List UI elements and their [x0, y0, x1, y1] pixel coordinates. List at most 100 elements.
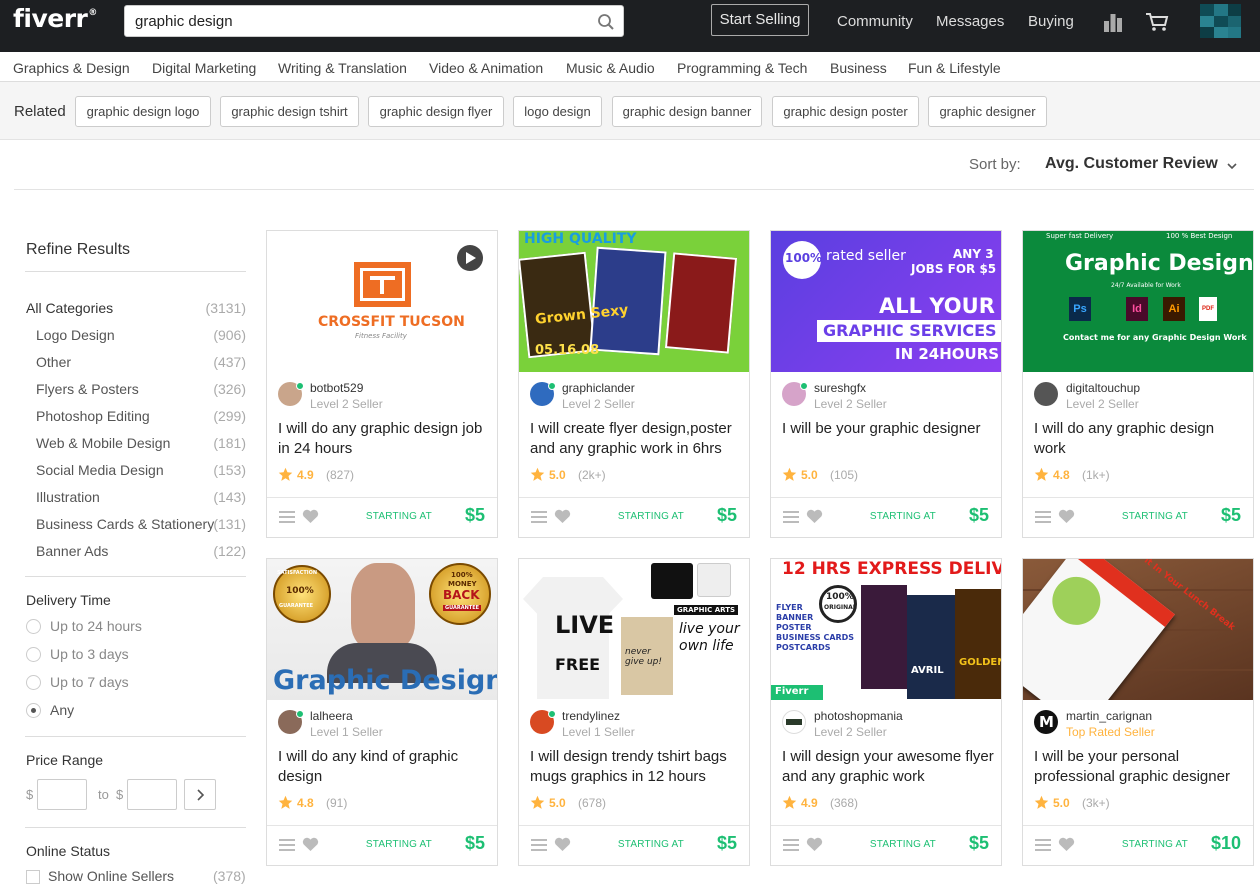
fiverr-logo[interactable]: fiverr® — [13, 4, 97, 33]
category-graphics-design[interactable]: Graphics & Design — [13, 60, 130, 76]
cart-icon[interactable] — [1145, 12, 1169, 32]
menu-icon[interactable] — [531, 838, 547, 852]
gig-title[interactable]: I will be your personal professional gra… — [1034, 747, 1246, 787]
search-input[interactable] — [125, 6, 565, 36]
radio-button[interactable] — [26, 675, 41, 690]
gig-title[interactable]: I will create flyer design,poster and an… — [530, 419, 742, 459]
seller-name[interactable]: graphiclander — [562, 381, 635, 395]
gig-thumbnail[interactable]: CROSSFIT TUCSON Fitness Facility — [267, 231, 497, 372]
category-writing-translation[interactable]: Writing & Translation — [278, 60, 407, 76]
gig-card[interactable]: CROSSFIT TUCSON Fitness Facility botbot5… — [266, 230, 498, 538]
gig-thumbnail[interactable]: 100% rated seller ANY 3 JOBS FOR $5 ALL … — [771, 231, 1001, 372]
bar-chart-icon[interactable] — [1103, 12, 1123, 32]
seller-name[interactable]: trendylinez — [562, 709, 620, 723]
chevron-down-icon[interactable] — [1226, 160, 1238, 172]
heart-icon[interactable] — [554, 837, 571, 852]
user-avatar[interactable] — [1200, 4, 1241, 38]
related-tag[interactable]: graphic designer — [928, 96, 1047, 127]
gig-thumbnail[interactable]: Super fast Delivery 100 % Best Design Gr… — [1023, 231, 1253, 372]
menu-icon[interactable] — [279, 838, 295, 852]
menu-icon[interactable] — [1035, 510, 1051, 524]
seller-name[interactable]: sureshgfx — [814, 381, 866, 395]
gig-thumbnail[interactable]: LIVE FREE GRAPHIC ARTS never give up! li… — [519, 559, 749, 700]
seller-name[interactable]: lalheera — [310, 709, 353, 723]
gig-thumbnail[interactable]: HIGH QUALITY Grown Sexy 05.16.08 — [519, 231, 749, 372]
heart-icon[interactable] — [302, 837, 319, 852]
online-sellers-checkbox[interactable] — [26, 870, 40, 884]
filter-subcategory[interactable]: Logo Design (906) — [26, 327, 246, 347]
seller-avatar[interactable] — [782, 710, 806, 734]
search-icon[interactable] — [597, 13, 615, 31]
gig-title[interactable]: I will be your graphic designer — [782, 419, 994, 439]
menu-icon[interactable] — [531, 510, 547, 524]
price-max-input[interactable] — [127, 779, 177, 810]
gig-thumbnail[interactable]: 12 HRS EXPRESS DELIVER FLYER BANNER POST… — [771, 559, 1001, 700]
gig-card[interactable]: 100% rated seller ANY 3 JOBS FOR $5 ALL … — [770, 230, 1002, 538]
sort-dropdown[interactable]: Avg. Customer Review — [1045, 155, 1218, 173]
related-tag[interactable]: graphic design tshirt — [220, 96, 359, 127]
related-tag[interactable]: graphic design poster — [772, 96, 919, 127]
gig-thumbnail[interactable]: Get Fit In Your Lunch Break — [1023, 559, 1253, 700]
filter-subcategory[interactable]: Illustration (143) — [26, 489, 246, 509]
category-music-audio[interactable]: Music & Audio — [566, 60, 655, 76]
category-digital-marketing[interactable]: Digital Marketing — [152, 60, 256, 76]
filter-subcategory[interactable]: Flyers & Posters (326) — [26, 381, 246, 401]
menu-icon[interactable] — [783, 838, 799, 852]
filter-all-categories[interactable]: All Categories (3131) — [26, 300, 246, 320]
category-fun-lifestyle[interactable]: Fun & Lifestyle — [908, 60, 1001, 76]
seller-avatar[interactable]: M — [1034, 710, 1058, 734]
seller-name[interactable]: botbot529 — [310, 381, 363, 395]
related-tag[interactable]: graphic design logo — [75, 96, 211, 127]
gig-title[interactable]: I will do any graphic design work — [1034, 419, 1246, 459]
gig-card[interactable]: LIVE FREE GRAPHIC ARTS never give up! li… — [518, 558, 750, 866]
menu-icon[interactable] — [1035, 838, 1051, 852]
related-tag[interactable]: graphic design flyer — [368, 96, 504, 127]
seller-name[interactable]: martin_carignan — [1066, 709, 1152, 723]
nav-messages[interactable]: Messages — [936, 13, 1004, 30]
gig-title[interactable]: I will design trendy tshirt bags mugs gr… — [530, 747, 742, 787]
related-tag[interactable]: graphic design banner — [612, 96, 762, 127]
filter-subcategory[interactable]: Social Media Design (153) — [26, 462, 246, 482]
gig-title[interactable]: I will do any graphic design job in 24 h… — [278, 419, 490, 459]
thumb-text: 100% — [785, 251, 823, 265]
apply-price-button[interactable] — [184, 779, 216, 810]
category-name: Logo Design — [36, 327, 115, 343]
radio-button[interactable] — [26, 619, 41, 634]
heart-icon[interactable] — [806, 509, 823, 524]
seller-name[interactable]: photoshopmania — [814, 709, 903, 723]
seller-name[interactable]: digitaltouchup — [1066, 381, 1140, 395]
radio-button[interactable] — [26, 647, 41, 662]
gig-title[interactable]: I will do any kind of graphic design — [278, 747, 490, 787]
menu-icon[interactable] — [783, 510, 799, 524]
filter-subcategory[interactable]: Photoshop Editing (299) — [26, 408, 246, 428]
online-status-title: Online Status — [26, 843, 111, 859]
nav-buying[interactable]: Buying — [1028, 13, 1074, 30]
gig-card[interactable]: Super fast Delivery 100 % Best Design Gr… — [1022, 230, 1254, 538]
category-business[interactable]: Business — [830, 60, 887, 76]
filter-subcategory[interactable]: Other (437) — [26, 354, 246, 374]
seller-avatar[interactable] — [1034, 382, 1058, 406]
filter-subcategory[interactable]: Web & Mobile Design (181) — [26, 435, 246, 455]
gig-card[interactable]: Get Fit In Your Lunch Break M martin_car… — [1022, 558, 1254, 866]
related-tag[interactable]: logo design — [513, 96, 602, 127]
play-video-icon[interactable] — [457, 245, 483, 271]
gig-card[interactable]: HIGH QUALITY Grown Sexy 05.16.08 graphic… — [518, 230, 750, 538]
gig-title[interactable]: I will design your awesome flyer and any… — [782, 747, 994, 787]
gig-thumbnail[interactable]: SATISFACTION 100% GUARANTEE 100% MONEY B… — [267, 559, 497, 700]
radio-button-selected[interactable] — [26, 703, 41, 718]
heart-icon[interactable] — [1058, 509, 1075, 524]
filter-subcategory[interactable]: Business Cards & Stationery (131) — [26, 516, 246, 536]
category-programming-tech[interactable]: Programming & Tech — [677, 60, 807, 76]
gig-card[interactable]: 12 HRS EXPRESS DELIVER FLYER BANNER POST… — [770, 558, 1002, 866]
filter-subcategory[interactable]: Banner Ads (122) — [26, 543, 246, 563]
menu-icon[interactable] — [279, 510, 295, 524]
heart-icon[interactable] — [554, 509, 571, 524]
gig-card[interactable]: SATISFACTION 100% GUARANTEE 100% MONEY B… — [266, 558, 498, 866]
heart-icon[interactable] — [806, 837, 823, 852]
price-min-input[interactable] — [37, 779, 87, 810]
heart-icon[interactable] — [1058, 837, 1075, 852]
heart-icon[interactable] — [302, 509, 319, 524]
start-selling-button[interactable]: Start Selling — [711, 4, 809, 36]
nav-community[interactable]: Community — [837, 13, 913, 30]
category-video-animation[interactable]: Video & Animation — [429, 60, 543, 76]
